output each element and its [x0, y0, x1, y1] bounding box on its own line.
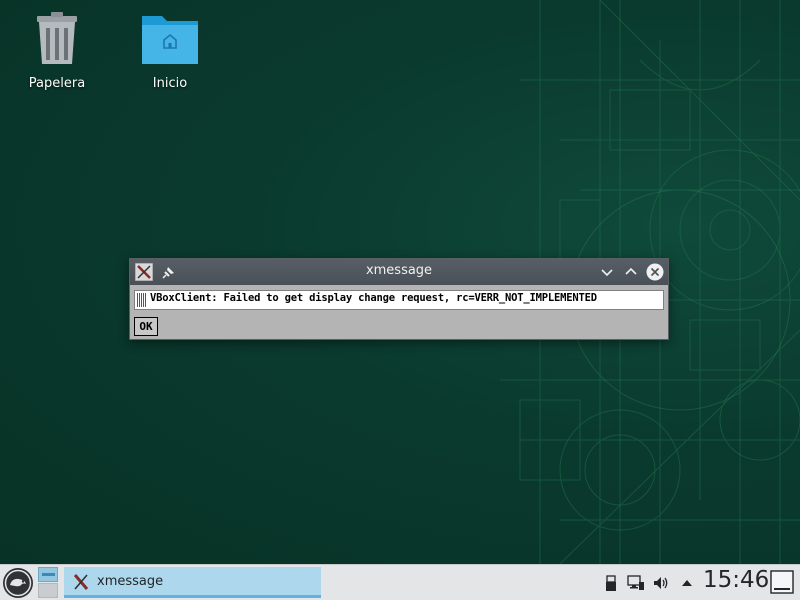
- clock[interactable]: 15:46: [703, 567, 769, 593]
- maximize-icon[interactable]: [622, 263, 640, 281]
- trash-icon: [37, 12, 77, 64]
- network-icon[interactable]: [627, 574, 645, 592]
- desktop-icon-label: Inicio: [152, 76, 188, 91]
- window-titlebar[interactable]: xmessage: [130, 259, 668, 285]
- scrollbar-grip[interactable]: [137, 293, 146, 307]
- volume-icon[interactable]: [652, 574, 670, 592]
- ok-button[interactable]: OK: [134, 317, 158, 336]
- virtual-desktop-pager[interactable]: [38, 567, 58, 598]
- window-title: xmessage: [365, 263, 433, 278]
- message-text: VBoxClient: Failed to get display change…: [150, 292, 597, 304]
- expand-tray-icon[interactable]: [678, 574, 696, 592]
- pager-window-thumbnail: [42, 573, 55, 576]
- close-icon[interactable]: [646, 263, 664, 281]
- taskbar: xmessage 15:46: [0, 564, 800, 600]
- xmessage-window[interactable]: xmessage VBoxClient: Failed to get displ…: [129, 258, 669, 340]
- pager-desktop-2[interactable]: [38, 583, 58, 598]
- minimize-icon[interactable]: [598, 263, 616, 281]
- pager-desktop-1[interactable]: [38, 567, 58, 582]
- message-text-area[interactable]: VBoxClient: Failed to get display change…: [134, 290, 664, 310]
- desktop[interactable]: Papelera Inicio xmessage VBoxClient: Fai…: [0, 0, 800, 564]
- desktop-icon-home[interactable]: Inicio: [125, 12, 215, 91]
- taskbar-item-xmessage[interactable]: xmessage: [64, 567, 321, 598]
- desktop-icon-label: Papelera: [28, 76, 86, 91]
- usb-icon[interactable]: [602, 574, 620, 592]
- x-logo-icon: [73, 574, 89, 590]
- show-desktop-icon[interactable]: [770, 570, 794, 594]
- taskbar-item-label: xmessage: [97, 574, 164, 589]
- desktop-icon-trash[interactable]: Papelera: [12, 12, 102, 91]
- home-folder-icon: [142, 16, 198, 64]
- application-launcher-icon[interactable]: [2, 567, 34, 599]
